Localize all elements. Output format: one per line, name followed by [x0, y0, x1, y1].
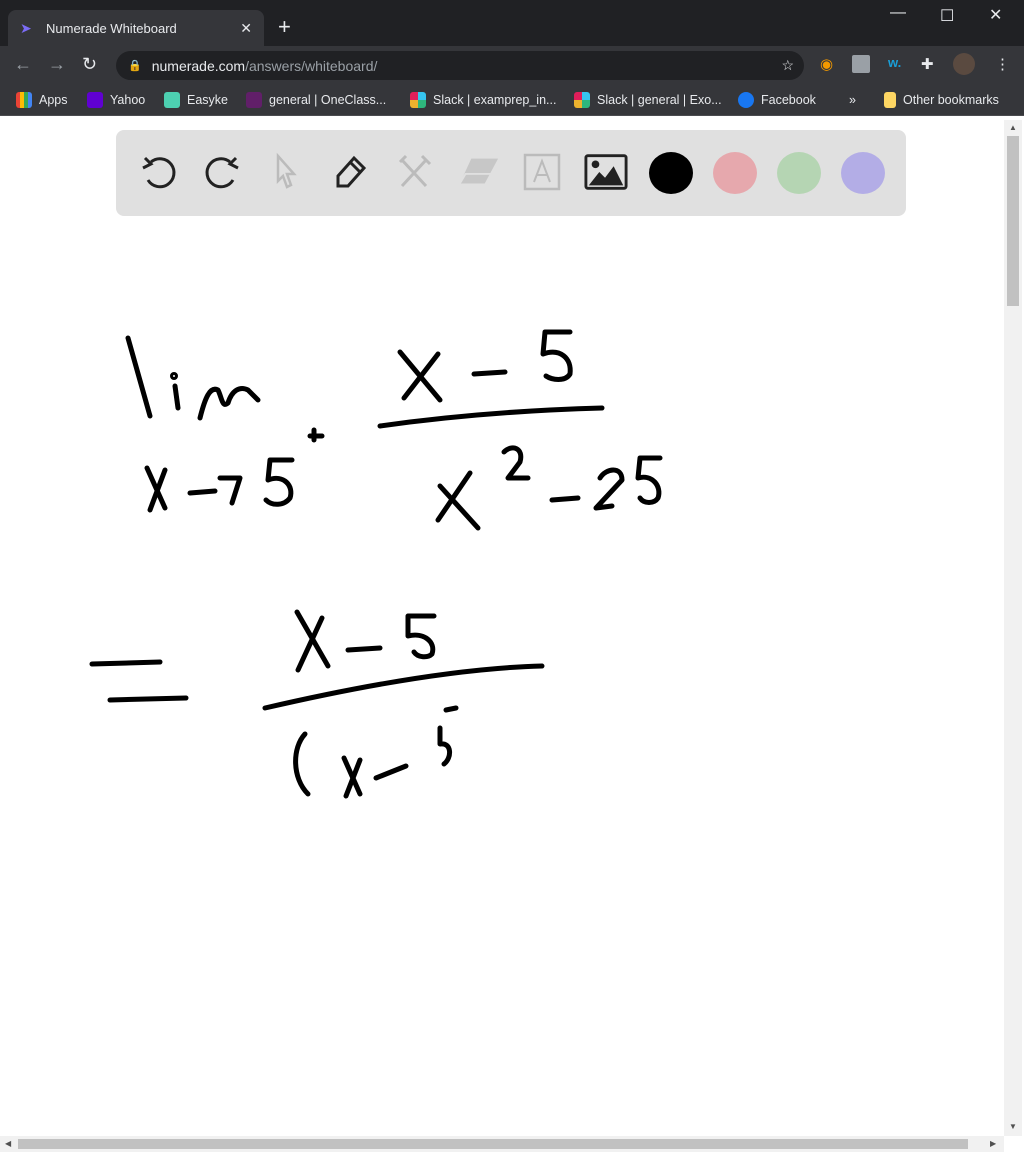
more-bookmarks-button[interactable]: »: [849, 90, 856, 110]
scroll-left-arrow[interactable]: ◀: [5, 1139, 11, 1148]
vertical-scroll-thumb[interactable]: [1007, 136, 1019, 306]
extension-icon[interactable]: [852, 55, 870, 73]
bookmark-label: Easyke: [187, 93, 228, 107]
tools-button[interactable]: [392, 150, 436, 194]
lock-icon: 🔒: [128, 60, 142, 72]
eraser-icon: [459, 158, 499, 184]
bookmark-apps[interactable]: Apps: [16, 90, 68, 110]
avatar[interactable]: [953, 53, 975, 75]
color-green-swatch[interactable]: [777, 152, 821, 194]
horizontal-scrollbar[interactable]: ◀ ▶: [0, 1136, 1004, 1152]
bookmarks-bar: Apps Yahoo Easyke general | OneClass... …: [0, 84, 1024, 116]
reload-button[interactable]: ↻: [82, 54, 97, 75]
address-bar[interactable]: 🔒 numerade.com/answers/whiteboard/ ☆: [116, 51, 804, 80]
handwriting: [89, 329, 663, 799]
select-button[interactable]: [264, 150, 308, 194]
close-window-button[interactable]: ✕: [989, 5, 1002, 25]
undo-icon: [142, 156, 176, 189]
extensions-puzzle-icon[interactable]: ✚: [921, 55, 934, 73]
bookmark-label: Apps: [39, 93, 68, 107]
undo-button[interactable]: [137, 150, 181, 194]
redo-icon: [205, 156, 239, 189]
slack-icon: [246, 92, 262, 108]
browser-toolbar: ← → ↻ 🔒 numerade.com/answers/whiteboard/…: [0, 46, 1024, 84]
vertical-scrollbar[interactable]: ▲ ▼: [1004, 120, 1022, 1136]
color-purple-swatch[interactable]: [841, 152, 885, 194]
scroll-down-arrow[interactable]: ▼: [1009, 1122, 1017, 1131]
bookmark-star-icon[interactable]: ☆: [781, 57, 794, 74]
yahoo-icon: [87, 92, 103, 108]
image-icon: [584, 154, 628, 190]
pen-icon: [336, 155, 367, 188]
image-button[interactable]: [584, 150, 628, 194]
text-button[interactable]: [520, 150, 564, 194]
easyke-icon: [164, 92, 180, 108]
maximize-button[interactable]: ☐: [940, 6, 954, 26]
pen-button[interactable]: [328, 150, 372, 194]
scroll-right-arrow[interactable]: ▶: [990, 1139, 996, 1148]
bookmark-label: general | OneClass...: [269, 93, 387, 107]
color-pink-swatch[interactable]: [713, 152, 757, 194]
other-bookmarks[interactable]: Other bookmarks: [884, 90, 999, 110]
eraser-button[interactable]: [456, 150, 500, 194]
numerade-logo-icon: ➤: [20, 20, 32, 36]
bookmark-label: Yahoo: [110, 93, 146, 107]
bookmark-yahoo[interactable]: Yahoo: [87, 90, 145, 110]
tab-title: Numerade Whiteboard: [46, 20, 177, 36]
new-tab-button[interactable]: +: [278, 14, 291, 40]
more-bookmarks-label: »: [849, 93, 856, 107]
tab-numerade-whiteboard[interactable]: ➤ Numerade Whiteboard ✕: [8, 10, 264, 46]
bookmark-facebook[interactable]: Facebook: [738, 90, 816, 110]
bookmark-slack-general[interactable]: Slack | general | Exo...: [574, 90, 722, 110]
minimize-button[interactable]: —: [890, 4, 906, 22]
text-icon: [523, 153, 561, 191]
color-black-swatch[interactable]: [649, 152, 693, 194]
close-tab-icon[interactable]: ✕: [240, 20, 252, 37]
bookmark-slack-examprep[interactable]: Slack | examprep_in...: [410, 90, 556, 110]
url-host: numerade.com: [151, 57, 246, 74]
bookmark-label: Facebook: [761, 93, 816, 107]
bookmark-label: Other bookmarks: [903, 93, 999, 107]
bookmark-oneclass[interactable]: general | OneClass...: [246, 90, 386, 110]
scroll-up-arrow[interactable]: ▲: [1009, 123, 1017, 132]
apps-grid-icon: [16, 92, 32, 108]
url-path: /answers/whiteboard/: [245, 57, 378, 74]
bookmark-easyke[interactable]: Easyke: [164, 90, 228, 110]
tools-icon: [398, 154, 432, 188]
back-button[interactable]: ←: [14, 54, 32, 75]
whiteboard-canvas[interactable]: [0, 118, 1004, 1136]
whiteboard-toolbar: [116, 130, 906, 216]
horizontal-scroll-thumb[interactable]: [18, 1139, 968, 1149]
extension-icon[interactable]: ◉: [820, 55, 833, 73]
folder-icon: [884, 92, 896, 108]
redo-button[interactable]: [200, 150, 244, 194]
tab-strip: ➤ Numerade Whiteboard ✕ + — ☐ ✕: [0, 0, 1024, 46]
facebook-icon: [738, 92, 754, 108]
bookmark-label: Slack | general | Exo...: [597, 93, 722, 107]
forward-button[interactable]: →: [48, 54, 66, 75]
bookmark-label: Slack | examprep_in...: [433, 93, 557, 107]
slack-icon: [574, 92, 590, 108]
extension-w-icon[interactable]: w.: [888, 55, 901, 70]
menu-kebab-icon[interactable]: ⋮: [995, 55, 1010, 73]
select-icon: [276, 152, 297, 189]
slack-icon: [410, 92, 426, 108]
